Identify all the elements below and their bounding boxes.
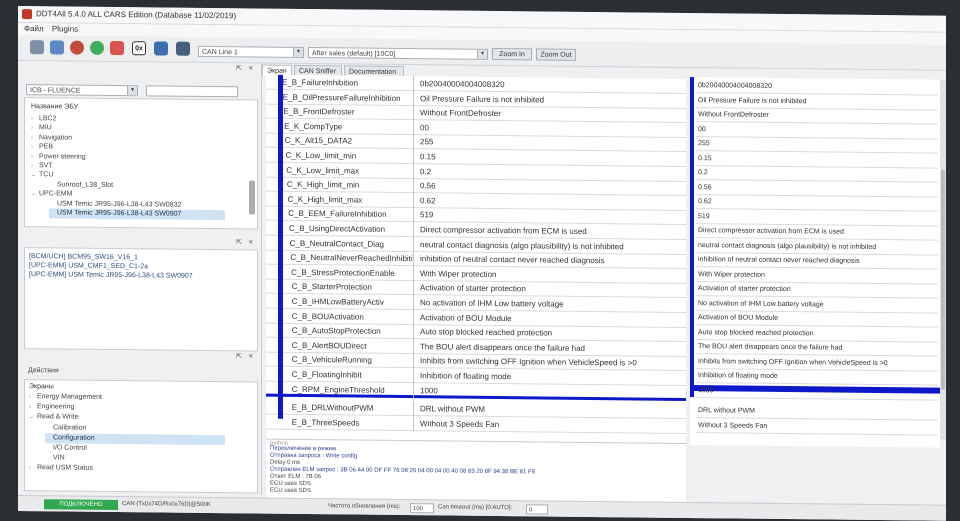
screen-tree-label: VIN [53, 455, 65, 462]
chevron-icon: ⌄ [31, 171, 39, 181]
screen-frame-left [278, 75, 283, 419]
value-cell[interactable]: Without 3 Speeds Fan [696, 419, 938, 436]
ecu-tree-label: PEB [39, 143, 53, 150]
tree-scrollbar[interactable] [249, 180, 255, 214]
window-title: DDT4All 5.4.0 ALL CARS Edition (Database… [36, 9, 236, 20]
ecu-tree-label: Sunroof_L38_Slot [57, 181, 113, 189]
screen-tree-label: I/O Control [53, 444, 87, 451]
hex-icon[interactable]: 0x [132, 41, 146, 55]
timeout-label: Can timeout (ms) [0:AUTO]: [438, 504, 512, 511]
ecu-tree-label: USM Temic JR95-J96-L38-L43 SW0832 [57, 200, 181, 208]
vehicle-value: ICB - FLUENCE [30, 87, 81, 95]
session-select[interactable]: After sales (default) [10C0] ▾ [308, 47, 488, 60]
refresh-input[interactable]: 100 [410, 503, 434, 513]
value-cell[interactable]: 1000 [696, 384, 938, 401]
heart-icon[interactable] [110, 41, 124, 55]
ecu-tree-label: LBC2 [39, 115, 57, 122]
actions-pane-header: ⇱ × [24, 349, 256, 361]
param-row: E_B_ThreeSpeedsWithout 3 Speeds Fan [266, 414, 686, 433]
can-info: CAN (Tx0x74D/Rx0x76D)@500K [122, 501, 211, 508]
disconnect-icon[interactable] [70, 41, 84, 55]
found-ecu-item[interactable]: [UPC-EMM] USM Temic JR95-J96-L38-L43 SW0… [29, 270, 193, 282]
ecu-tree-label: MIU [39, 125, 52, 132]
ecu-tree-label: USM Temic JR95-J96-L38-L43 SW0907 [57, 209, 181, 217]
ecu-pane-header: ⇱ × [24, 61, 256, 73]
left-panel: ⇱ × ICB - FLUENCE ▾ Название ЭБУ ›LBC2›M… [18, 61, 262, 496]
chevron-down-icon: ▾ [127, 86, 137, 95]
screen-tree-item[interactable]: ›Read USM Status [29, 464, 225, 476]
refresh-icon[interactable] [90, 41, 104, 55]
zoom-in-button[interactable]: Zoom In [492, 48, 532, 60]
ecu-tree: Название ЭБУ ›LBC2›MIU›Navigation›PEB›Po… [24, 97, 258, 229]
menu-file[interactable]: Файл [24, 24, 44, 33]
ecu-tree-label: UPC-EMM [39, 190, 72, 197]
screen-tree-label: Calibration [53, 424, 86, 431]
close-icon[interactable]: × [248, 63, 253, 72]
can-line-select[interactable]: CAN Line 1 ▾ [198, 46, 304, 58]
param-value[interactable]: Without 3 Speeds Fan [416, 416, 686, 434]
vertical-scrollbar[interactable] [940, 80, 946, 440]
screen-tree-label: Read USM Status [37, 465, 93, 473]
search-select[interactable] [146, 85, 238, 97]
pin-icon[interactable]: ⇱ [236, 64, 242, 72]
close-icon[interactable]: × [248, 351, 253, 360]
ecu-tree-label: SVT [39, 162, 53, 169]
chevron-icon: › [29, 464, 37, 474]
ecu-tree-label: TCU [39, 172, 53, 179]
param-value[interactable]: 1000 [416, 383, 686, 401]
log-panel: python Переключение в режимОтправка запр… [266, 439, 686, 502]
screens-tree: Экраны ›Energy Management›Engineering⌄Re… [24, 379, 258, 493]
refresh-label: Частота обновления (ms): [328, 503, 400, 510]
close-icon[interactable]: × [248, 237, 253, 246]
screen-tree-label: Energy Management [37, 393, 102, 401]
connection-status-badge: ПОДКЛЮЧЕНО [44, 499, 118, 510]
chevron-icon: › [29, 402, 37, 412]
param-row: C_RPM_EngineThreshold1000 [266, 381, 686, 400]
chevron-down-icon: ▾ [477, 50, 487, 59]
parameter-grid: E_B_FailureInhibition0b20040004004008320… [266, 75, 686, 447]
zoom-out-button[interactable]: Zoom Out [536, 48, 576, 60]
app-icon [22, 9, 32, 19]
save-icon[interactable] [50, 40, 64, 54]
value-column: 0b20040004004008320Oil Pressure Failure … [690, 77, 940, 448]
timeout-input[interactable]: 0 [526, 504, 548, 514]
param-name: C_RPM_EngineThreshold [266, 381, 414, 398]
ecu-tree-label: Power steering [39, 153, 86, 160]
network-icon[interactable] [176, 42, 190, 56]
found-pane-header: ⇱ × [24, 235, 256, 247]
scroll-thumb[interactable] [941, 170, 945, 390]
pin-icon[interactable]: ⇱ [236, 352, 242, 360]
connection-icon[interactable] [30, 40, 44, 54]
can-line-value: CAN Line 1 [202, 49, 238, 56]
session-value: After sales (default) [10C0] [312, 50, 395, 58]
pin-icon[interactable]: ⇱ [236, 238, 242, 246]
chevron-icon: › [29, 392, 37, 402]
ecu-tree-item[interactable]: USM Temic JR95-J96-L38-L43 SW0907 [49, 208, 225, 220]
value-frame-left [690, 77, 694, 397]
found-ecu-list: [BCM/UCH] BCM95_SW16_V16_1[UPC-EMM] USM_… [24, 247, 258, 351]
screen-tree-label: Configuration [53, 434, 95, 441]
sniffer-icon[interactable] [154, 41, 168, 55]
screen-tree-label: Read & Write [37, 414, 79, 421]
app-window: DDT4All 5.4.0 ALL CARS Edition (Database… [18, 6, 946, 521]
ecu-tree-header: Название ЭБУ [31, 102, 78, 112]
screen-tree-label: Engineering [37, 403, 74, 410]
menu-plugins[interactable]: Plugins [52, 24, 78, 33]
vehicle-select[interactable]: ICB - FLUENCE ▾ [26, 84, 138, 96]
log-line: ECU uses SDS [270, 488, 311, 495]
chevron-icon: ⌄ [31, 189, 39, 199]
screens-header: Экраны [29, 382, 54, 392]
param-name: E_B_ThreeSpeeds [266, 414, 414, 431]
chevron-down-icon: ▾ [293, 48, 303, 57]
ecu-tree-label: Navigation [39, 134, 72, 141]
actions-header: Действия [28, 366, 59, 376]
chevron-icon: ⌄ [29, 413, 37, 423]
